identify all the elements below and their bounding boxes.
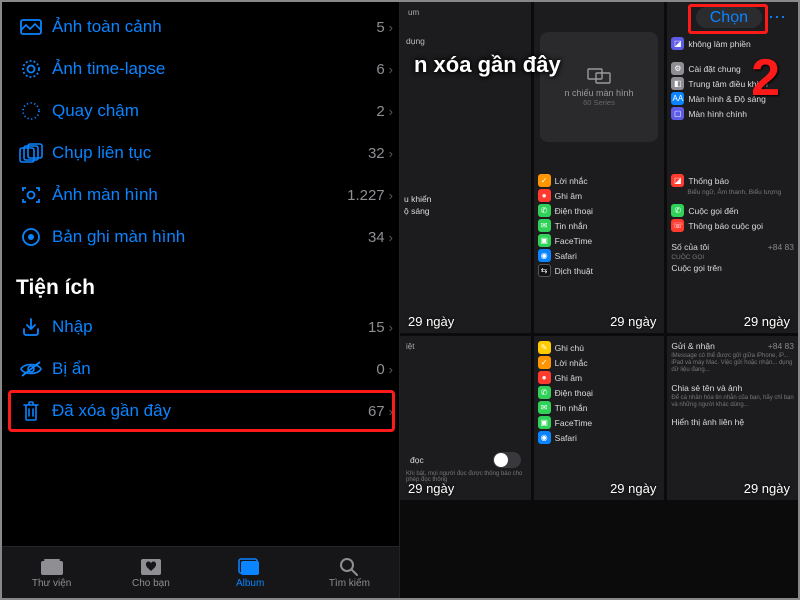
albums-icon xyxy=(238,557,262,577)
library-icon xyxy=(40,557,64,577)
hidden-icon xyxy=(16,360,46,378)
step-2-annotation: 2 xyxy=(751,48,780,108)
row-timelapse[interactable]: Ảnh time-lapse 6 › xyxy=(2,48,399,90)
row-screen-recording[interactable]: Bản ghi màn hình 34 › xyxy=(2,216,399,258)
tab-albums[interactable]: Album xyxy=(201,557,300,589)
thumb[interactable]: n chiếu màn hình 60 Series 29 ngày xyxy=(534,2,665,192)
thumb[interactable]: iệt đọc Khi bật, mọi người đọc được thôn… xyxy=(400,336,531,500)
tab-search[interactable]: Tìm kiếm xyxy=(300,557,399,589)
thumb[interactable]: ✓Lời nhắc ●Ghi âm ✆Điện thoại ✉Tin nhắn … xyxy=(534,169,665,333)
recently-deleted-screen: um dụng 29 ngày n chiếu màn hình 60 Seri… xyxy=(400,2,798,598)
tab-foryou[interactable]: Cho bạn xyxy=(101,557,200,589)
albums-screen: Ảnh toàn cảnh 5 › Ảnh time-lapse 6 › Qua… xyxy=(2,2,400,598)
slowmo-icon xyxy=(16,100,46,122)
more-icon[interactable]: ⋯ xyxy=(768,7,788,29)
tab-library[interactable]: Thư viện xyxy=(2,557,101,589)
thumb[interactable]: um dụng 29 ngày xyxy=(400,2,531,192)
row-count: 5 xyxy=(376,19,388,36)
album-list: Ảnh toàn cảnh 5 › Ảnh time-lapse 6 › Qua… xyxy=(2,2,399,546)
thumb[interactable]: ◪Thống báo Biểu ngữ, Âm thanh, Biểu tượn… xyxy=(667,169,798,333)
row-panorama[interactable]: Ảnh toàn cảnh 5 › xyxy=(2,6,399,48)
row-recently-deleted[interactable]: Đã xóa gần đây 67 › xyxy=(2,390,399,432)
burst-icon xyxy=(16,143,46,163)
row-burst[interactable]: Chụp liên tục 32 › xyxy=(2,132,399,174)
search-icon xyxy=(339,557,359,577)
panorama-icon xyxy=(16,19,46,35)
row-label: Ảnh toàn cảnh xyxy=(46,17,376,37)
chevron-right-icon: › xyxy=(389,20,393,35)
row-slowmo[interactable]: Quay chậm 2 › xyxy=(2,90,399,132)
timelapse-icon xyxy=(16,58,46,80)
heart-icon xyxy=(140,557,162,577)
screen-title: n xóa gần đây xyxy=(406,42,561,84)
thumb[interactable]: u khiển ộ sáng 29 ngày xyxy=(400,169,531,333)
screenshot-icon xyxy=(16,184,46,206)
row-screenshot[interactable]: Ảnh màn hình 1.227 › xyxy=(2,174,399,216)
row-import[interactable]: Nhập 15 › xyxy=(2,306,399,348)
photo-grid: um dụng 29 ngày n chiếu màn hình 60 Seri… xyxy=(400,2,798,598)
import-icon xyxy=(16,316,46,338)
section-utilities: Tiện ích xyxy=(2,258,399,306)
record-icon xyxy=(16,226,46,248)
thumb[interactable]: Gửi & nhận+84 83 iMessage có thể được gử… xyxy=(667,336,798,500)
select-button[interactable]: Chọn xyxy=(696,7,762,28)
trash-icon xyxy=(16,400,46,422)
tab-bar: Thư viện Cho bạn Album Tìm kiếm xyxy=(2,546,399,598)
toggle-switch[interactable] xyxy=(493,452,521,468)
thumb[interactable]: ✎Ghi chú ✓Lời nhắc ●Ghi âm ✆Điện thoại ✉… xyxy=(534,336,665,500)
row-hidden[interactable]: Bị ẩn 0 › xyxy=(2,348,399,390)
